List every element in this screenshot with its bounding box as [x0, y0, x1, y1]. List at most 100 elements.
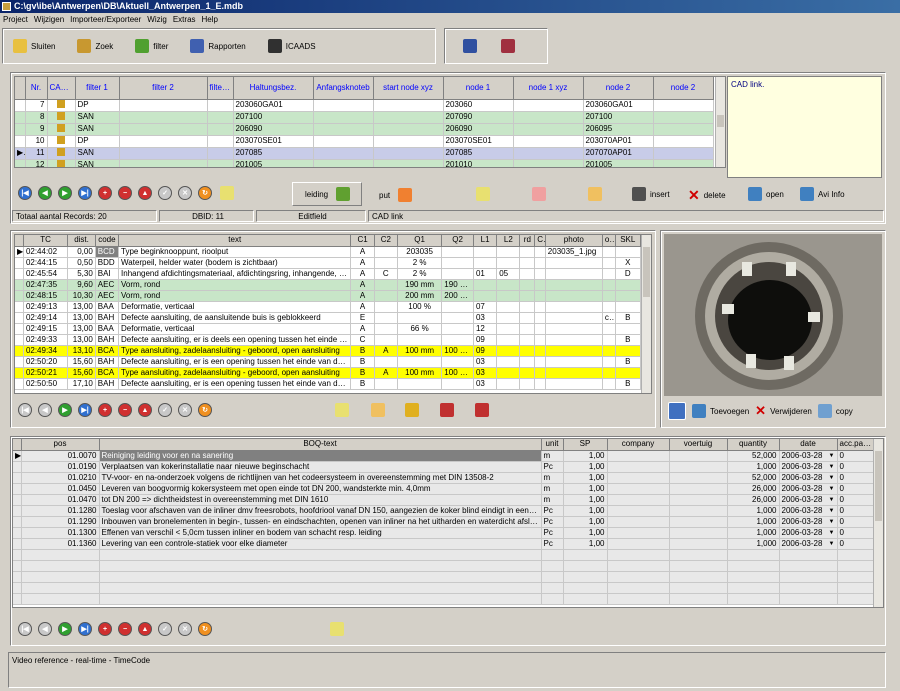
copy-button[interactable]: copy — [817, 404, 853, 418]
obs-col-header[interactable]: photo — [545, 235, 603, 247]
table-row[interactable]: 01.1300 Effenen van verschil < 5,0cm tuss… — [13, 527, 876, 539]
last-record-button[interactable]: ▶| — [78, 186, 92, 200]
pipe-col-header[interactable]: filter 3 — [207, 77, 234, 100]
add-record-button[interactable]: + — [98, 186, 112, 200]
date-cell[interactable]: 2006-03-28 ▼ — [779, 494, 838, 506]
pipe-grid-scrollbar[interactable] — [715, 77, 725, 167]
date-cell[interactable]: 2006-03-28 ▼ — [779, 483, 838, 495]
chevron-down-icon[interactable]: ▼ — [829, 495, 835, 505]
pipe-col-header[interactable]: node 1 — [443, 77, 514, 100]
chevron-down-icon[interactable]: ▼ — [829, 484, 835, 494]
table-row[interactable]: 01.0190 Verplaatsen van kokerinstallatie … — [13, 461, 876, 473]
pipe-col-header[interactable]: Anfangsknoteb — [313, 77, 374, 100]
obs-edit-button[interactable]: ▲ — [138, 403, 152, 417]
table-row[interactable]: 01.1290 Inbouwen van bronelementen in beg… — [13, 516, 876, 528]
obs-col-header[interactable]: L1 — [473, 235, 498, 247]
obs-doc-delete-icon[interactable] — [371, 403, 385, 417]
date-cell[interactable]: 2006-03-28 ▼ — [779, 505, 838, 517]
table-row[interactable]: 10 DP 203070SE01 203070SE01 203070AP01 — [15, 135, 714, 148]
table-row[interactable]: 8 SAN 207100 207090 207100 — [15, 111, 714, 124]
pipe-col-header[interactable]: filter 1 — [75, 77, 120, 100]
notes-icon[interactable] — [476, 187, 490, 201]
table-row[interactable]: 02:49:13 13,00 BAA Deformatie, verticaal A 10… — [15, 301, 642, 313]
pipe-col-header[interactable]: filter 2 — [119, 77, 208, 100]
boq-col-header[interactable]: date — [779, 439, 838, 451]
table-row[interactable]: 9 SAN 206090 206090 206095 — [15, 123, 714, 136]
cad-link-cell[interactable] — [47, 135, 76, 148]
date-cell[interactable]: 2006-03-28 ▼ — [779, 450, 838, 462]
boq-edit-button[interactable]: ▲ — [138, 622, 152, 636]
table-row[interactable]: 02:47:35 9,60 AEC Vorm, rond A 190 mm 190 mm — [15, 279, 642, 291]
open-button[interactable]: open — [748, 187, 784, 201]
pipe-col-header[interactable]: start node xyz — [373, 77, 444, 100]
cad-link-cell[interactable] — [47, 99, 76, 112]
confirm-button[interactable]: ✓ — [158, 186, 172, 200]
video-unlink-icon[interactable] — [501, 39, 515, 53]
table-row[interactable]: 02:44:15 0,50 BDD Waterpeil, helder water (… — [15, 257, 642, 269]
lock-icon[interactable] — [405, 403, 419, 417]
table-row[interactable]: ▶ 11 SAN 207085 207085 207070AP01 — [15, 147, 714, 160]
menu-item-2[interactable]: Importeer/Exporteer — [70, 15, 141, 24]
chevron-down-icon[interactable]: ▼ — [829, 539, 835, 549]
table-row[interactable]: 7 DP 203060GA01 203060 203060GA01 — [15, 99, 714, 112]
table-row[interactable]: 02:45:54 5,30 BAI Inhangend afdichtingsmate… — [15, 268, 642, 280]
boq-col-header[interactable]: pos — [21, 439, 100, 451]
pipe-col-header[interactable]: node 1 xyz — [513, 77, 584, 100]
boq-col-header[interactable]: quantity — [727, 439, 780, 451]
observations-grid[interactable]: TC dist. code text C1 C2 Q1 Q2 L1 L2 rd Cphoto op SKL… — [14, 234, 652, 394]
obs-last-button[interactable]: ▶| — [78, 403, 92, 417]
pipe-col-header[interactable]: Nr. — [25, 77, 48, 100]
put-button[interactable]: put — [379, 188, 413, 202]
table-row[interactable]: 01.0450 Leveren van boogvormig kokersyste… — [13, 483, 876, 495]
pipe-col-header[interactable]: node 2 — [583, 77, 654, 100]
pipe-col-header[interactable]: Haltungsbez. — [233, 77, 314, 100]
video-clip-edit-icon[interactable] — [475, 403, 489, 417]
obs-col-header[interactable]: C — [534, 235, 546, 247]
obs-notes-icon[interactable] — [335, 403, 349, 417]
boq-col-header[interactable]: voertuig — [669, 439, 728, 451]
boq-delete-button[interactable]: − — [118, 622, 132, 636]
boq-grid-scrollbar[interactable] — [873, 439, 883, 607]
table-row[interactable]: 02:50:21 15,60 BCA Type aansluiting, zadela… — [15, 367, 642, 379]
rapporten-button[interactable]: Rapporten — [190, 39, 246, 53]
obs-first-button[interactable]: |◀ — [18, 403, 32, 417]
boq-col-header[interactable]: unit — [541, 439, 564, 451]
date-cell[interactable]: 2006-03-28 ▼ — [779, 538, 838, 550]
refresh-button[interactable]: ↻ — [198, 186, 212, 200]
cad-link-note[interactable]: CAD link. — [727, 76, 882, 178]
date-cell[interactable]: 2006-03-28 ▼ — [779, 461, 838, 473]
delete-record-button[interactable]: − — [118, 186, 132, 200]
prev-record-button[interactable]: ◀ — [38, 186, 52, 200]
obs-cancel-button[interactable]: ✕ — [178, 403, 192, 417]
obs-col-header[interactable]: rd — [519, 235, 536, 247]
boq-col-header[interactable]: SP — [563, 439, 608, 451]
pipe-col-header[interactable]: CAD Link — [47, 77, 76, 100]
obs-col-header[interactable]: C1 — [350, 235, 375, 247]
cancel-button[interactable]: ✕ — [178, 186, 192, 200]
video-link-icon[interactable] — [463, 39, 477, 53]
boq-add-button[interactable]: + — [98, 622, 112, 636]
boq-col-header[interactable]: acc.part.c — [837, 439, 876, 451]
date-cell[interactable]: 2006-03-28 ▼ — [779, 472, 838, 484]
obs-col-header[interactable]: Q1 — [397, 235, 443, 247]
verwijderen-button[interactable]: ✕ Verwijderen — [755, 403, 812, 419]
document-delete-icon[interactable] — [588, 187, 602, 201]
obs-refresh-button[interactable]: ↻ — [198, 403, 212, 417]
cad-link-cell[interactable] — [47, 123, 76, 136]
boq-notes-icon[interactable] — [330, 622, 344, 636]
menu-item-1[interactable]: Wijzigen — [34, 15, 64, 24]
chevron-down-icon[interactable]: ▼ — [829, 517, 835, 527]
leiding-button[interactable]: leiding — [292, 182, 362, 206]
edit-record-button[interactable]: ▲ — [138, 186, 152, 200]
obs-col-header[interactable]: op — [602, 235, 616, 247]
table-row[interactable]: 01.1360 Levering van een controle-statiek… — [13, 538, 876, 550]
menu-item-0[interactable]: Project — [3, 15, 28, 24]
table-row[interactable]: 02:49:14 13,00 BAH Defecte aansluiting, de … — [15, 312, 642, 324]
boq-first-button[interactable]: |◀ — [18, 622, 32, 636]
insert-button[interactable]: insert — [632, 187, 670, 201]
boq-last-button[interactable]: ▶| — [78, 622, 92, 636]
chevron-down-icon[interactable]: ▼ — [829, 462, 835, 472]
obs-delete-button[interactable]: − — [118, 403, 132, 417]
boq-col-header[interactable]: company — [607, 439, 670, 451]
table-row[interactable]: 02:50:20 15,60 BAH Defecte aansluiting, er … — [15, 356, 642, 368]
